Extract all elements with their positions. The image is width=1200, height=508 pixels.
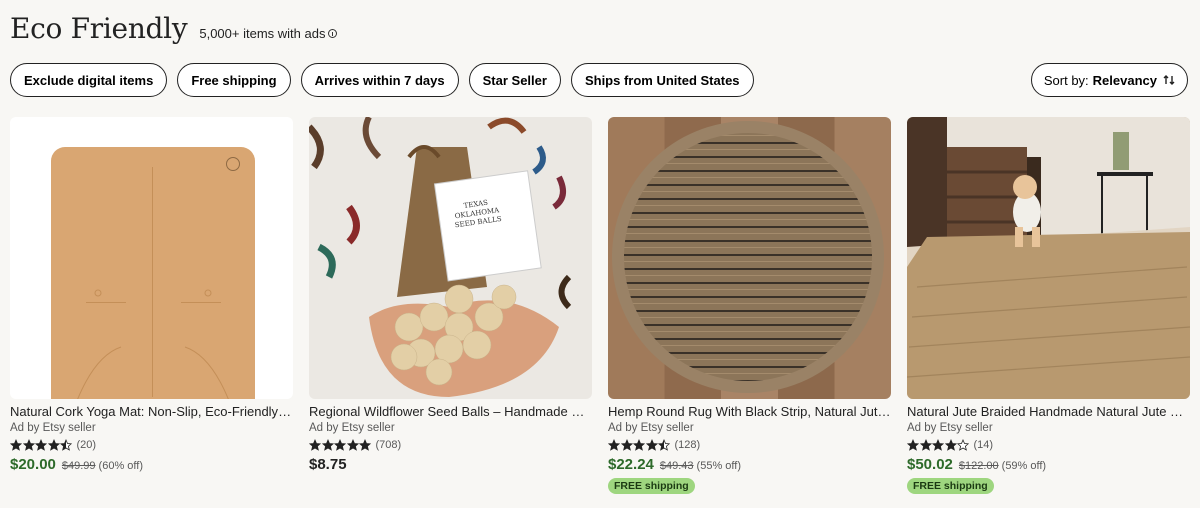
listing-seller: Ad by Etsy seller xyxy=(309,422,395,434)
listing-image-yoga-mat[interactable] xyxy=(10,117,293,399)
free-shipping-badge: FREE shipping xyxy=(907,478,994,494)
listing-rating: (128) xyxy=(608,438,891,452)
listing-card[interactable]: Natural Jute Braided Handmade Natural Ju… xyxy=(907,117,1190,494)
results-count: 5,000+ items with ads xyxy=(199,26,338,41)
results-count-text: 5,000+ items with ads xyxy=(199,26,326,41)
star-icon xyxy=(47,439,60,451)
listing-seller: Ad by Etsy seller xyxy=(608,422,694,434)
listing-image-jute-rug[interactable] xyxy=(907,117,1190,399)
star-icon xyxy=(22,439,35,451)
star-icon xyxy=(633,439,645,451)
listing-title[interactable]: Natural Jute Braided Handmade Natural Ju… xyxy=(907,404,1190,419)
price-row: $20.00 $49.99 (60% off) xyxy=(10,456,293,473)
listing-grid: Natural Cork Yoga Mat: Non-Slip, Eco-Fri… xyxy=(10,117,1190,494)
listing-card[interactable]: TEXAS OKLAHOMA SEED BALLS Regional Wildf… xyxy=(309,117,592,494)
star-icon xyxy=(620,439,633,451)
star-icon xyxy=(60,439,72,451)
star-icon xyxy=(932,439,944,451)
listing-title[interactable]: Natural Cork Yoga Mat: Non-Slip, Eco-Fri… xyxy=(10,404,293,419)
rating-stars xyxy=(309,439,372,451)
original-price: $49.99 xyxy=(61,460,96,472)
price-row: $50.02 $122.00 (59% off) xyxy=(907,456,1190,473)
rating-stars xyxy=(608,439,671,451)
price-row: $8.75 xyxy=(309,456,592,473)
star-icon xyxy=(919,439,932,451)
filter-arrives-7-days[interactable]: Arrives within 7 days xyxy=(300,63,459,97)
star-icon xyxy=(645,439,658,451)
listing-seller: Ad by Etsy seller xyxy=(907,422,993,434)
price: $8.75 xyxy=(309,456,347,473)
rating-stars xyxy=(907,439,970,451)
star-icon xyxy=(35,439,47,451)
listing-title[interactable]: Hemp Round Rug With Black Strip, Natural… xyxy=(608,404,891,419)
discount: (55% off) xyxy=(696,460,741,472)
star-icon xyxy=(658,439,670,451)
listing-rating: (14) xyxy=(907,438,1190,452)
info-icon[interactable] xyxy=(328,29,338,38)
star-icon xyxy=(346,439,359,451)
star-icon xyxy=(907,439,919,451)
listing-rating: (20) xyxy=(10,438,293,452)
sort-label: Sort by: xyxy=(1043,72,1089,88)
star-icon xyxy=(10,439,22,451)
listing-title[interactable]: Regional Wildflower Seed Balls – Handmad… xyxy=(309,404,592,419)
original-price: $122.00 xyxy=(958,460,999,472)
filter-bar: Exclude digital items Free shipping Arri… xyxy=(10,63,754,97)
star-icon xyxy=(608,439,620,451)
rating-stars xyxy=(10,439,73,451)
review-count: (20) xyxy=(76,439,97,451)
listing-image-hemp-rug[interactable] xyxy=(608,117,891,399)
star-icon xyxy=(334,439,346,451)
filter-exclude-digital[interactable]: Exclude digital items xyxy=(10,63,168,97)
page-title: Eco Friendly xyxy=(10,12,188,45)
review-count: (14) xyxy=(973,439,994,451)
star-icon xyxy=(957,439,969,451)
sale-price: $20.00 xyxy=(10,456,56,473)
original-price: $49.43 xyxy=(659,460,694,472)
listing-rating: (708) xyxy=(309,438,592,452)
star-icon xyxy=(321,439,334,451)
sale-price: $22.24 xyxy=(608,456,654,473)
star-icon xyxy=(309,439,321,451)
star-icon xyxy=(944,439,957,451)
listing-card[interactable]: Natural Cork Yoga Mat: Non-Slip, Eco-Fri… xyxy=(10,117,293,494)
sort-value: Relevancy xyxy=(1092,72,1157,88)
filter-star-seller[interactable]: Star Seller xyxy=(468,63,561,97)
listing-seller: Ad by Etsy seller xyxy=(10,422,96,434)
filter-ships-from-us[interactable]: Ships from United States xyxy=(570,63,754,97)
price-row: $22.24 $49.43 (55% off) xyxy=(608,456,891,473)
listing-card[interactable]: Hemp Round Rug With Black Strip, Natural… xyxy=(608,117,891,494)
review-count: (708) xyxy=(375,439,402,451)
free-shipping-badge: FREE shipping xyxy=(608,478,695,494)
star-icon xyxy=(359,439,371,451)
filter-free-shipping[interactable]: Free shipping xyxy=(177,63,291,97)
page-header: Eco Friendly 5,000+ items with ads xyxy=(10,12,338,45)
discount: (59% off) xyxy=(1001,460,1047,472)
sort-arrows-icon xyxy=(1163,75,1175,85)
sort-button[interactable]: Sort by: Relevancy xyxy=(1030,63,1188,97)
listing-image-seed-balls[interactable]: TEXAS OKLAHOMA SEED BALLS xyxy=(309,117,592,399)
discount: (60% off) xyxy=(98,460,143,472)
sale-price: $50.02 xyxy=(907,456,953,473)
review-count: (128) xyxy=(674,439,701,451)
